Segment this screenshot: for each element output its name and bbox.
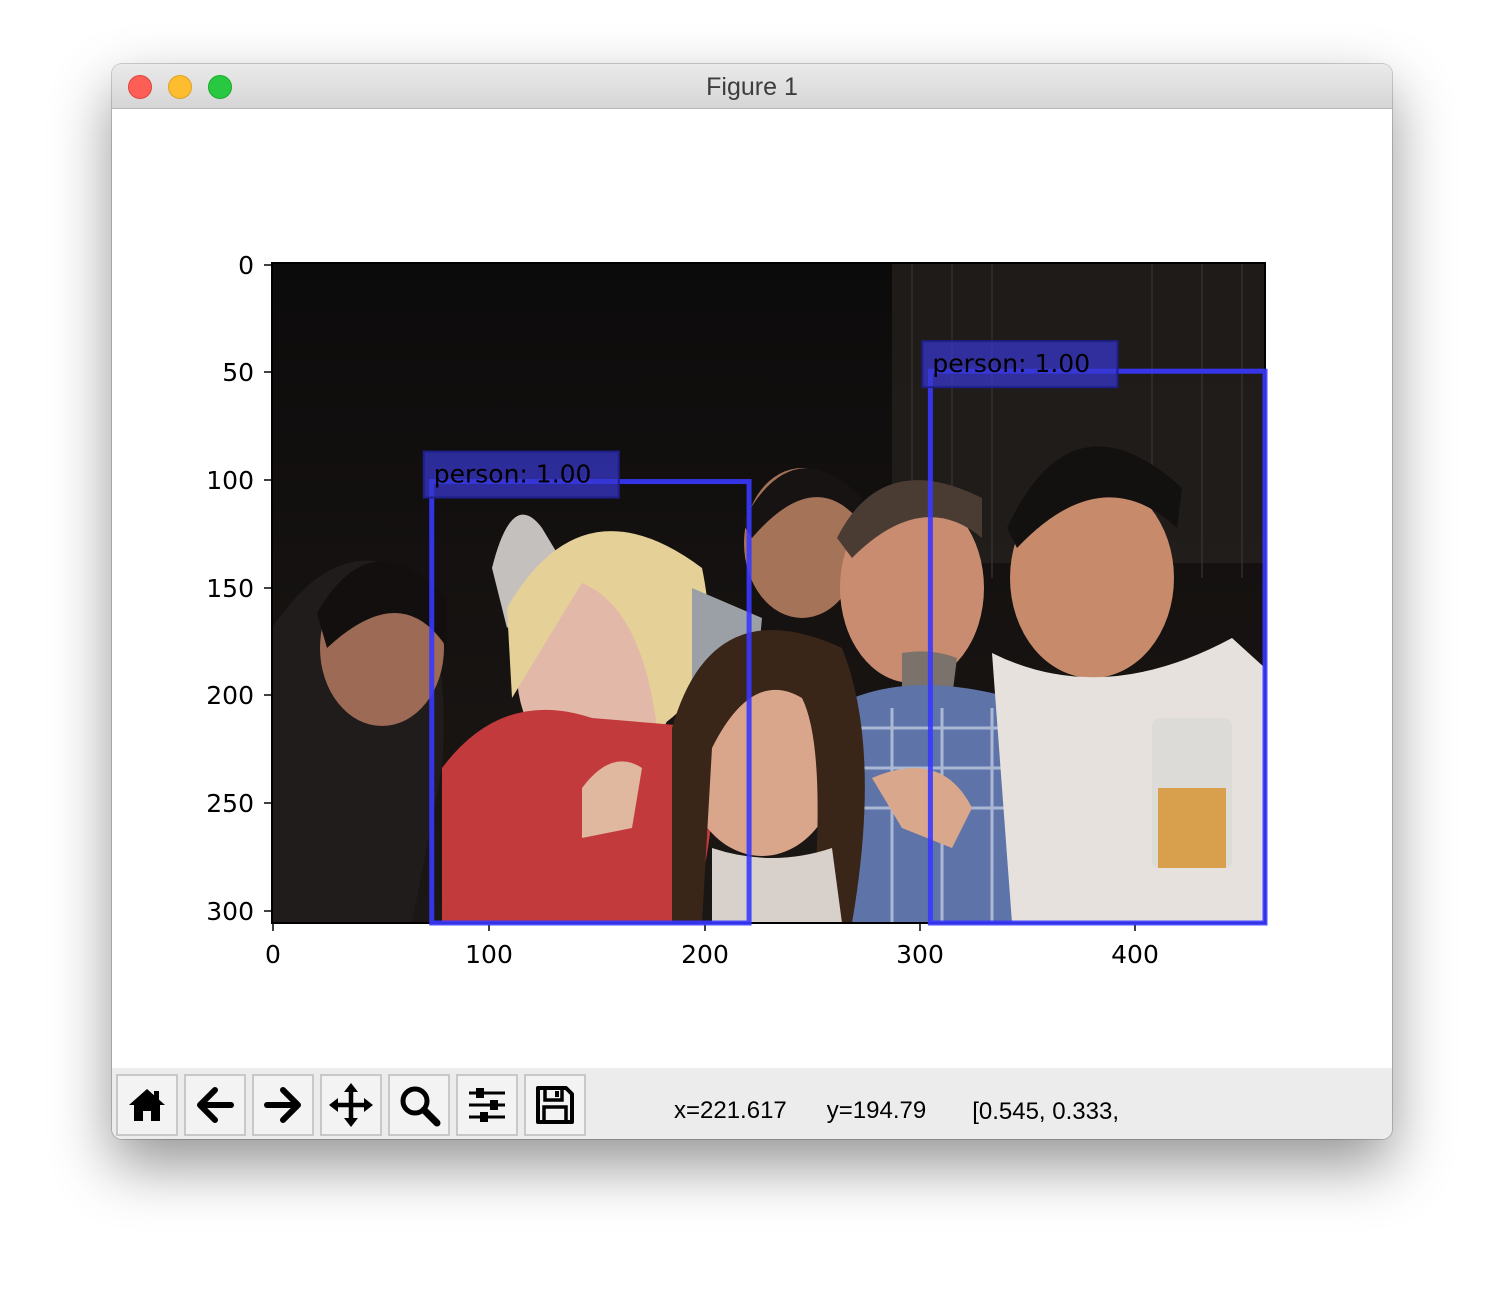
back-button[interactable]	[184, 1074, 246, 1136]
arrow-left-icon	[197, 1087, 234, 1123]
y-tick-label: 50	[222, 358, 254, 387]
x-tick: 400	[1111, 923, 1159, 969]
x-tick-label: 200	[681, 940, 729, 969]
y-tick-label: 0	[238, 251, 254, 280]
y-tick: 50	[222, 358, 272, 387]
y-tick: 100	[206, 466, 272, 495]
x-tick-label: 400	[1111, 940, 1159, 969]
window-title: Figure 1	[706, 73, 798, 101]
x-tick: 0	[265, 923, 281, 969]
magnifier-icon	[400, 1086, 441, 1127]
navigation-toolbar: x=221.617 y=194.79 [0.545, 0.333, 0.333]	[112, 1068, 1392, 1139]
y-tick: 0	[238, 251, 272, 280]
sliders-icon	[469, 1088, 505, 1122]
x-tick: 100	[465, 923, 513, 969]
y-tick: 150	[206, 574, 272, 603]
y-tick-label: 300	[206, 897, 254, 926]
home-button[interactable]	[116, 1074, 178, 1136]
x-tick-label: 300	[896, 940, 944, 969]
pixel-value-readout: [0.545, 0.333, 0.333]	[972, 1098, 1119, 1125]
y-tick: 200	[206, 681, 272, 710]
figure-window: Figure 1 0 50 100 150 200 250 300 0 100 …	[112, 64, 1392, 1139]
x-tick-label: 100	[465, 940, 513, 969]
image-axes[interactable]: 0 50 100 150 200 250 300 0 100 200 300 4…	[206, 251, 1268, 969]
y-tick-label: 100	[206, 466, 254, 495]
floppy-disk-icon	[536, 1086, 574, 1124]
forward-button[interactable]	[252, 1074, 314, 1136]
cursor-x-readout: x=221.617	[674, 1097, 787, 1124]
y-axis: 0 50 100 150 200 250 300	[206, 251, 272, 926]
zoom-button[interactable]	[388, 1074, 450, 1136]
y-tick-label: 200	[206, 681, 254, 710]
pan-button[interactable]	[320, 1074, 382, 1136]
y-tick: 250	[206, 789, 272, 818]
x-axis: 0 100 200 300 400	[265, 923, 1159, 969]
home-icon	[129, 1089, 165, 1121]
x-tick: 300	[896, 923, 944, 969]
cursor-status: x=221.617 y=194.79 [0.545, 0.333, 0.333]	[674, 1092, 1234, 1138]
figure-canvas[interactable]: 0 50 100 150 200 250 300 0 100 200 300 4…	[112, 108, 1392, 1068]
y-tick-label: 250	[206, 789, 254, 818]
move-icon	[329, 1083, 373, 1127]
title-bar[interactable]: Figure 1	[112, 64, 1392, 109]
arrow-right-icon	[264, 1087, 301, 1123]
x-tick-label: 0	[265, 940, 281, 969]
detection-label: person: 1.00	[434, 460, 592, 489]
save-button[interactable]	[524, 1074, 586, 1136]
y-tick: 300	[206, 897, 272, 926]
x-tick: 200	[681, 923, 729, 969]
y-tick-label: 150	[206, 574, 254, 603]
cursor-y-readout: y=194.79	[826, 1097, 927, 1124]
detection-label: person: 1.00	[932, 349, 1090, 378]
configure-subplots-button[interactable]	[456, 1074, 518, 1136]
